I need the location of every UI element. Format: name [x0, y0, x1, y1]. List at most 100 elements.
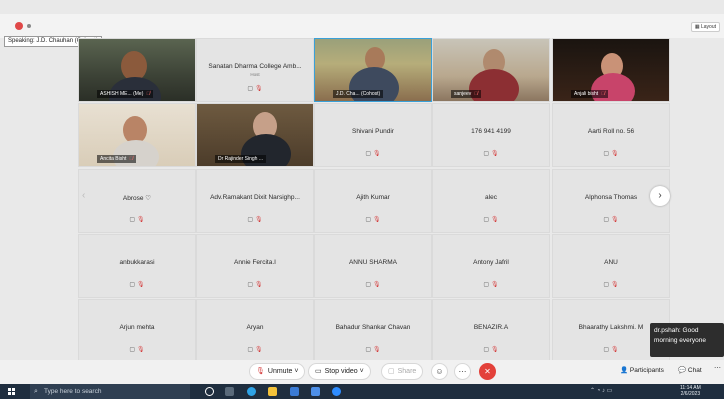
- camera-off-icon: ▢: [247, 347, 254, 353]
- camera-icon: ▭: [315, 368, 322, 375]
- chat-button[interactable]: 💬 Chat: [678, 366, 702, 374]
- camera-off-icon: ▢: [603, 347, 610, 353]
- tile-participant[interactable]: Adv.Ramakant Dixit Narsighp... ▢ 🎙: [196, 169, 314, 233]
- participant-label: J.D. Cha... (Cohost): [333, 90, 384, 98]
- camera-off-icon: ▢: [483, 217, 490, 223]
- zoom-meeting-window: Speaking: J.D. Chauhan (Cohost) ▦ Layout…: [0, 0, 724, 399]
- tile-participant[interactable]: Annie Fercita.I ▢ 🎙: [196, 234, 314, 298]
- camera-off-icon: ▢: [365, 217, 372, 223]
- participant-label: ASHISH ME... (Me) 🎙̸: [97, 90, 154, 98]
- muted-mic-icon: 🎙̸: [474, 91, 478, 97]
- reactions-button[interactable]: ☺: [431, 363, 448, 380]
- tray-chevron-up-icon: ⌃: [590, 388, 596, 394]
- mic-status: ▢ 🎙: [129, 282, 145, 288]
- more-button[interactable]: ⋯: [714, 364, 721, 372]
- file-explorer-icon[interactable]: [268, 387, 277, 396]
- participant-label: Ancita Bisht 🎙̸: [97, 155, 137, 163]
- participant-name: Dr Rajinder Singh ...: [218, 156, 264, 162]
- participant-name: BENAZIR.A: [473, 324, 509, 331]
- tile-participant[interactable]: BENAZIR.A ▢ 🎙: [432, 299, 550, 363]
- tile-participant[interactable]: Bahadur Shankar Chavan ▢ 🎙: [314, 299, 432, 363]
- share-screen-icon: ▢: [388, 368, 395, 375]
- participant-name: Abrose ♡: [122, 195, 152, 202]
- participant-name: 176 941 4199: [471, 128, 511, 135]
- more-options-button[interactable]: ⋯: [454, 363, 471, 380]
- mic-status: ▢ 🎙: [247, 347, 263, 353]
- participant-name: Sanatan Dharma College Amb...: [208, 63, 302, 70]
- participant-name: ASHISH ME...: [100, 91, 132, 97]
- mic-status: ▢ 🎙: [603, 347, 619, 353]
- camera-off-icon: ▢: [365, 151, 372, 157]
- layout-button[interactable]: ▦ Layout: [690, 22, 720, 32]
- wifi-icon: ◔: [596, 388, 601, 394]
- camera-off-icon: ▢: [365, 282, 372, 288]
- clock-date: 2/6/2023: [680, 391, 701, 397]
- participant-name: Arjun mehta: [119, 324, 155, 331]
- participant-name: Shivani Pundir: [352, 128, 394, 135]
- muted-mic-icon: 🎙̸: [129, 156, 134, 162]
- mic-status: ▢ 🎙: [247, 86, 263, 92]
- participants-label: Participants: [629, 367, 664, 374]
- chat-notification[interactable]: dr.pshah: Good morning everyone: [650, 323, 724, 357]
- cortana-icon[interactable]: [205, 387, 214, 396]
- tile-sanatan-dharma-college[interactable]: Sanatan Dharma College Amb... Host ▢ 🎙: [196, 38, 314, 102]
- mail-icon[interactable]: [290, 387, 299, 396]
- tile-participant[interactable]: Arjun mehta ▢ 🎙: [78, 299, 196, 363]
- participant-tag: (Cohost): [361, 91, 381, 97]
- participant-name: ANNU SHARMA: [348, 259, 398, 266]
- zoom-app-icon[interactable]: [332, 387, 341, 396]
- taskbar-clock[interactable]: 11:14 AM 2/6/2023: [680, 385, 701, 397]
- video-tile-anjali-bisht[interactable]: Anjali bisht 🎙̸: [552, 38, 670, 102]
- tile-participant[interactable]: Aryan ▢ 🎙: [196, 299, 314, 363]
- layout-label: Layout: [700, 24, 716, 30]
- video-tile-sanjeev[interactable]: sanjeev 🎙̸: [432, 38, 550, 102]
- taskbar-search-input[interactable]: ⌕ Type here to search: [30, 384, 190, 399]
- tile-participant[interactable]: 176 941 4199 ▢ 🎙: [432, 103, 550, 167]
- smiley-icon: ☺: [435, 367, 444, 376]
- previous-page-icon[interactable]: ‹: [82, 190, 85, 201]
- participant-name: Annie Fercita.I: [234, 259, 276, 266]
- top-bar: [0, 14, 724, 38]
- tile-participant[interactable]: alec ▢ 🎙: [432, 169, 550, 233]
- edge-browser-icon[interactable]: [247, 387, 256, 396]
- stop-video-button[interactable]: ▭ Stop video ˅: [308, 363, 371, 380]
- video-tile-ashish[interactable]: ASHISH ME... (Me) 🎙̸: [78, 38, 196, 102]
- mic-status: ▢ 🎙: [365, 217, 381, 223]
- video-tile-rajinder-singh[interactable]: Dr Rajinder Singh ...: [196, 103, 314, 167]
- video-tile-ancita-bisht[interactable]: Ancita Bisht 🎙̸: [78, 103, 196, 167]
- camera-off-icon: ▢: [247, 86, 254, 92]
- leave-meeting-button[interactable]: ✕: [479, 363, 496, 380]
- tile-participant[interactable]: ANU ▢ 🎙: [552, 234, 670, 298]
- participants-button[interactable]: 👤 Participants: [620, 366, 664, 374]
- camera-off-icon: ▢: [483, 347, 490, 353]
- tile-participant[interactable]: Abrose ♡ ▢ 🎙: [78, 169, 196, 233]
- participant-name: Ajith Kumar: [356, 194, 390, 201]
- camera-off-icon: ▢: [603, 282, 610, 288]
- tile-participant[interactable]: Shivani Pundir ▢ 🎙: [314, 103, 432, 167]
- chat-label: Chat: [687, 367, 702, 374]
- windows-start-icon[interactable]: [8, 388, 15, 395]
- tile-participant[interactable]: Ajith Kumar ▢ 🎙: [314, 169, 432, 233]
- next-page-button[interactable]: ›: [650, 186, 670, 206]
- camera-off-icon: ▢: [129, 347, 136, 353]
- share-button[interactable]: ▢ Share: [381, 363, 424, 380]
- tile-participant[interactable]: anbukkarasi ▢ 🎙: [78, 234, 196, 298]
- camera-off-icon: ▢: [483, 151, 490, 157]
- participant-name: Antony Jafril: [473, 259, 509, 266]
- participant-label: sanjeev 🎙̸: [451, 90, 481, 98]
- mic-status: ▢ 🎙: [483, 282, 499, 288]
- unmute-button[interactable]: 🎙 Unmute ˅: [249, 363, 306, 380]
- battery-icon: ▭: [606, 388, 613, 394]
- tile-participant[interactable]: Antony Jafril ▢ 🎙: [432, 234, 550, 298]
- tile-participant[interactable]: ANNU SHARMA ▢ 🎙: [314, 234, 432, 298]
- store-icon[interactable]: [311, 387, 320, 396]
- participant-name: Aryan: [246, 324, 264, 331]
- tile-participant[interactable]: Aarti Roll no. 56 ▢ 🎙: [552, 103, 670, 167]
- mic-status: ▢ 🎙: [483, 151, 499, 157]
- participant-name: J.D. Cha...: [336, 91, 360, 97]
- video-tile-jd-chauhan[interactable]: J.D. Cha... (Cohost): [314, 38, 432, 102]
- task-view-icon[interactable]: [225, 387, 234, 396]
- camera-off-icon: ▢: [129, 282, 136, 288]
- system-tray[interactable]: ⌃ ◔ ♪ ▭: [590, 387, 612, 394]
- participant-name: Ancita Bisht: [100, 156, 127, 162]
